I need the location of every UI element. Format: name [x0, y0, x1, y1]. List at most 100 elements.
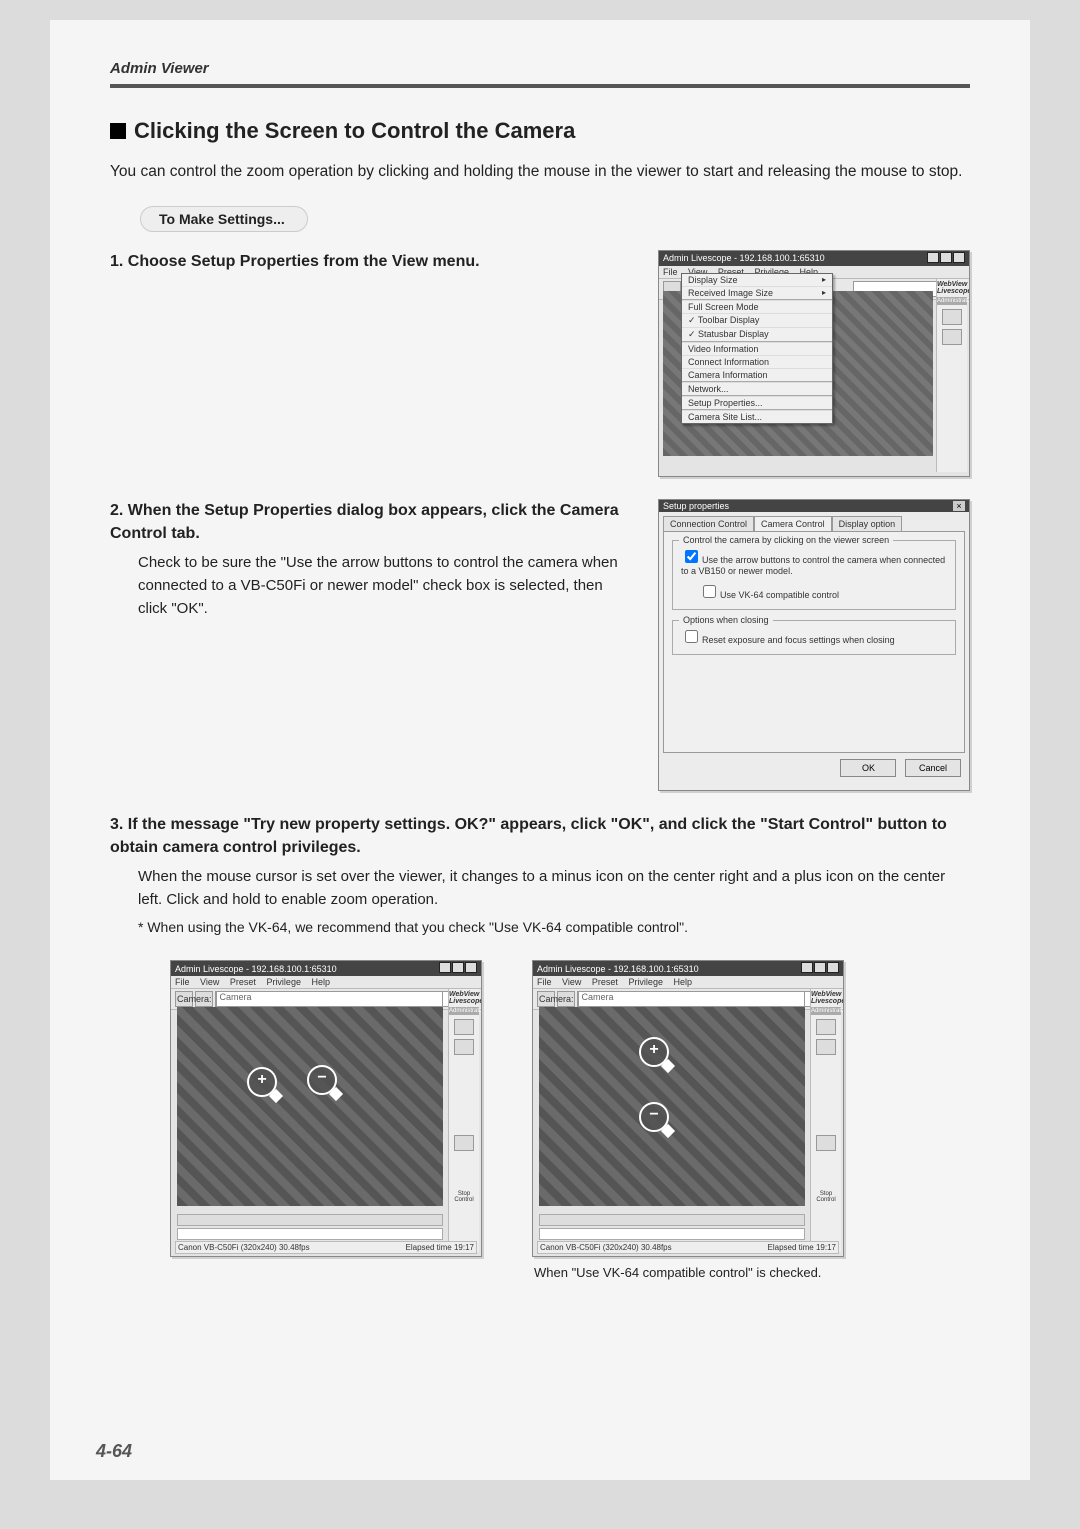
- side-panel: WebView Livescope Administrator Stop Con…: [448, 989, 479, 1252]
- win-title: Admin Livescope - 192.168.100.1:65310: [175, 964, 337, 974]
- win-title: Admin Livescope - 192.168.100.1:65310: [663, 253, 825, 263]
- side-button[interactable]: [816, 1135, 836, 1151]
- side-button[interactable]: [942, 309, 962, 325]
- checkbox-input[interactable]: [703, 585, 716, 598]
- menu-view[interactable]: View: [200, 977, 219, 987]
- camera-label: Camera:: [539, 994, 574, 1004]
- menu-camera-info[interactable]: Camera Information: [682, 368, 832, 381]
- section-heading-text: Clicking the Screen to Control the Camer…: [134, 118, 575, 143]
- window-buttons[interactable]: [800, 962, 839, 975]
- tab-connection-control[interactable]: Connection Control: [663, 516, 754, 531]
- close-icon[interactable]: ×: [953, 501, 965, 511]
- group1-title: Control the camera by clicking on the vi…: [679, 535, 893, 545]
- window-buttons[interactable]: [438, 962, 477, 975]
- status-right: Elapsed time 19:17: [768, 1243, 837, 1252]
- menu-help[interactable]: Help: [311, 977, 330, 987]
- tab-display-option[interactable]: Display option: [832, 516, 903, 531]
- stop-control-label[interactable]: Stop Control: [811, 1191, 841, 1203]
- menu-view[interactable]: View: [562, 977, 581, 987]
- status-left: Canon VB-C50Fi (320x240) 30.48fps: [178, 1243, 310, 1252]
- menubar[interactable]: File View Preset Privilege Help: [533, 976, 843, 989]
- menu-setup-properties[interactable]: Setup Properties...: [682, 396, 832, 409]
- video-area[interactable]: + −: [177, 1007, 443, 1206]
- bullet-square-icon: [110, 123, 126, 139]
- menu-camera-site-list[interactable]: Camera Site List...: [682, 410, 832, 423]
- screenshot-viewer-right: Admin Livescope - 192.168.100.1:65310 Fi…: [532, 960, 844, 1257]
- webview-logo: WebView Livescope: [811, 989, 841, 1007]
- group-click-control: Control the camera by clicking on the vi…: [672, 540, 956, 610]
- step2-text: When the Setup Properties dialog box app…: [110, 502, 619, 542]
- cancel-button[interactable]: Cancel: [905, 759, 961, 777]
- admin-badge: Administrator: [811, 1007, 841, 1015]
- camera-select[interactable]: Camera: [578, 991, 805, 1007]
- tab-camera-control[interactable]: Camera Control: [754, 516, 832, 531]
- menu-help[interactable]: Help: [673, 977, 692, 987]
- menu-privilege[interactable]: Privilege: [266, 977, 301, 987]
- menu-display-size[interactable]: Display Size: [682, 274, 832, 286]
- screenshot-viewer-left: Admin Livescope - 192.168.100.1:65310 Fi…: [170, 960, 482, 1257]
- side-button[interactable]: [942, 329, 962, 345]
- side-button[interactable]: [454, 1135, 474, 1151]
- admin-badge: Administrator: [937, 297, 967, 305]
- checkbox-input[interactable]: [685, 550, 698, 563]
- side-button[interactable]: [454, 1019, 474, 1035]
- menu-preset[interactable]: Preset: [230, 977, 256, 987]
- section-heading: Clicking the Screen to Control the Camer…: [110, 118, 970, 144]
- view-dropdown-menu[interactable]: Display Size Received Image Size Full Sc…: [681, 273, 833, 424]
- menu-network[interactable]: Network...: [682, 382, 832, 395]
- video-area[interactable]: + −: [539, 1007, 805, 1206]
- step2-body: Check to be sure the "Use the arrow butt…: [138, 551, 636, 621]
- status-right: Elapsed time 19:17: [406, 1243, 475, 1252]
- menu-file[interactable]: File: [537, 977, 552, 987]
- checkbox-arrow-buttons[interactable]: Use the arrow buttons to control the cam…: [681, 547, 947, 576]
- horizontal-slider[interactable]: [539, 1214, 805, 1226]
- side-button[interactable]: [816, 1019, 836, 1035]
- section-intro: You can control the zoom operation by cl…: [110, 160, 970, 184]
- step3-note: * When using the VK-64, we recommend tha…: [138, 917, 970, 938]
- checkbox-reset-on-close[interactable]: Reset exposure and focus settings when c…: [681, 627, 947, 646]
- menubar[interactable]: File View Preset Privilege Help: [171, 976, 481, 989]
- menu-toolbar-display[interactable]: ✓ Toolbar Display: [682, 313, 832, 327]
- camera-label: Camera:: [177, 994, 212, 1004]
- step3-text: If the message "Try new property setting…: [110, 816, 947, 856]
- side-panel: WebView Livescope Administrator Stop Con…: [810, 989, 841, 1252]
- step3-body: When the mouse cursor is set over the vi…: [138, 865, 970, 912]
- side-button[interactable]: [816, 1039, 836, 1055]
- menu-statusbar-display[interactable]: ✓ Statusbar Display: [682, 327, 832, 341]
- step1-num: 1.: [110, 253, 123, 270]
- bottom-combo[interactable]: [539, 1228, 805, 1240]
- step1-text: Choose Setup Properties from the View me…: [128, 253, 480, 270]
- dialog-title: Setup properties: [663, 501, 729, 511]
- menu-video-info[interactable]: Video Information: [682, 342, 832, 355]
- window-buttons[interactable]: [926, 252, 965, 265]
- step3-num: 3.: [110, 816, 123, 833]
- bottom-combo[interactable]: [177, 1228, 443, 1240]
- stop-control-label[interactable]: Stop Control: [449, 1191, 479, 1203]
- screenshot-setup-properties: Setup properties × Connection Control Ca…: [658, 499, 970, 791]
- menu-connect-info[interactable]: Connect Information: [682, 355, 832, 368]
- menu-file[interactable]: File: [663, 267, 678, 277]
- tab-page: Control the camera by clicking on the vi…: [663, 531, 965, 753]
- group-closing-options: Options when closing Reset exposure and …: [672, 620, 956, 655]
- admin-badge: Administrator: [449, 1007, 479, 1015]
- menu-file[interactable]: File: [175, 977, 190, 987]
- step3-title: 3. If the message "Try new property sett…: [110, 813, 970, 859]
- checkbox-vk64[interactable]: Use VK-64 compatible control: [699, 582, 947, 601]
- step2-title: 2. When the Setup Properties dialog box …: [110, 499, 636, 545]
- menu-preset[interactable]: Preset: [592, 977, 618, 987]
- menu-fullscreen[interactable]: Full Screen Mode: [682, 300, 832, 313]
- horizontal-slider[interactable]: [177, 1214, 443, 1226]
- step1-title: 1. Choose Setup Properties from the View…: [110, 250, 636, 273]
- side-button[interactable]: [454, 1039, 474, 1055]
- camera-select[interactable]: Camera: [216, 991, 443, 1007]
- page-header: Admin Viewer: [110, 60, 209, 77]
- dialog-tabs: Connection Control Camera Control Displa…: [663, 516, 965, 531]
- page-number: 4-64: [96, 1441, 132, 1462]
- status-left: Canon VB-C50Fi (320x240) 30.48fps: [540, 1243, 672, 1252]
- menu-received-size[interactable]: Received Image Size: [682, 286, 832, 299]
- ok-button[interactable]: OK: [840, 759, 896, 777]
- step2-num: 2.: [110, 502, 123, 519]
- group2-title: Options when closing: [679, 615, 773, 625]
- menu-privilege[interactable]: Privilege: [628, 977, 663, 987]
- checkbox-input[interactable]: [685, 630, 698, 643]
